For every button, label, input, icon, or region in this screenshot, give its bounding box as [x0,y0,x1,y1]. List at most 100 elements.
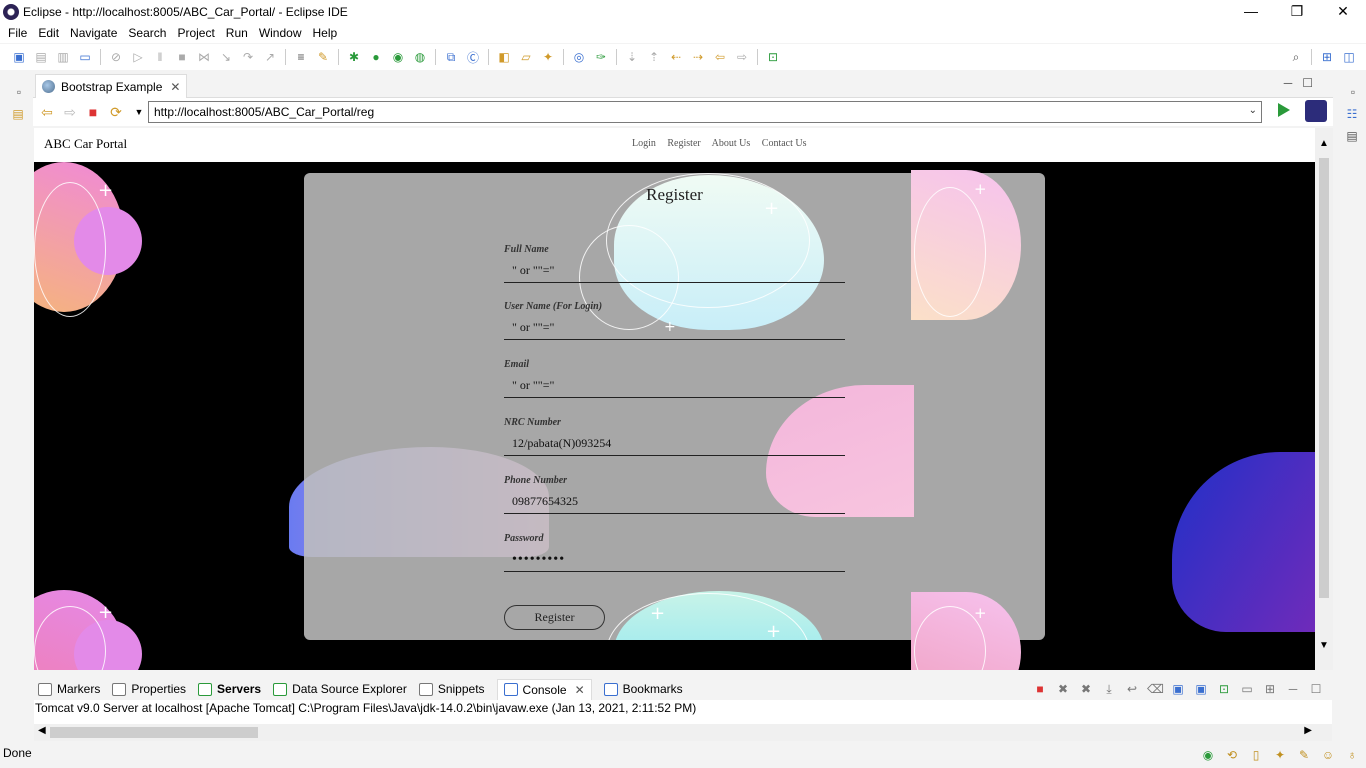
password-input[interactable]: ••••••••• [504,552,845,572]
scroll-up-icon[interactable]: ▲ [1319,138,1329,149]
url-dropdown-icon[interactable]: ⌄ [1249,105,1257,116]
menu-file[interactable]: File [8,26,27,40]
maximize-button[interactable]: ❐ [1274,0,1320,23]
phone-input[interactable]: 09877654325 [504,494,845,514]
mark-icon[interactable]: ✎ [315,49,331,65]
menu-run[interactable]: Run [226,26,248,40]
tab-bootstrap-example[interactable]: Bootstrap Example ✕ [35,74,188,98]
tab-snippets[interactable]: Snippets [418,682,485,696]
java-ee-perspective-icon[interactable]: ◫ [1341,49,1357,65]
close-button[interactable]: ✕ [1320,0,1366,23]
tab-data-source-explorer[interactable]: Data Source Explorer [273,682,407,696]
step-return-icon[interactable]: ↗ [262,49,278,65]
close-tab-icon[interactable]: ✕ [170,80,180,94]
back-icon[interactable]: ⇦ [712,49,728,65]
console-horizontal-scrollbar[interactable]: ◀ ▶ [34,724,1332,741]
open-type-icon[interactable]: ◧ [496,49,512,65]
last-edit-icon[interactable]: ⇠ [668,49,684,65]
scroll-right-icon[interactable]: ▶ [1304,725,1312,736]
nav-link-about[interactable]: About Us [712,138,751,149]
clear-console-icon[interactable]: ⌫ [1147,682,1164,696]
refresh-icon[interactable]: ⟳ [107,103,125,121]
menu-navigate[interactable]: Navigate [70,26,117,40]
save-all-icon[interactable]: ▥ [55,49,71,65]
username-input[interactable]: " or ""=" [504,320,845,340]
disconnect-icon[interactable]: ⋈ [196,49,212,65]
word-wrap-icon[interactable]: ↩ [1124,682,1140,696]
format-icon[interactable]: ≡ [293,49,309,65]
run-icon[interactable]: ● [368,49,384,65]
forward-edit-icon[interactable]: ⇢ [690,49,706,65]
smiley-icon[interactable]: ☺ [1320,748,1336,764]
show-on-stdout-icon[interactable]: ▣ [1170,682,1186,696]
console-output[interactable] [34,716,1332,724]
save-icon[interactable]: ▤ [33,49,49,65]
eclipse-marketplace-icon[interactable] [1305,100,1327,122]
close-console-icon[interactable]: ✕ [575,683,585,697]
site-brand[interactable]: ABC Car Portal [44,136,127,152]
tab-console[interactable]: Console ✕ [496,678,592,700]
full-name-input[interactable]: " or ""=" [504,263,845,283]
tips-icon[interactable]: ✦ [1272,748,1288,764]
book-icon[interactable]: ▯ [1248,748,1264,764]
new-class-icon[interactable]: Ⓒ [465,49,481,65]
editor-minmax-icon[interactable]: ─☐ [1284,76,1323,90]
suspend-icon[interactable]: ‖ [152,49,168,65]
search-tool-icon[interactable]: ✦ [540,49,556,65]
display-console-icon[interactable]: ▭ [1239,682,1255,696]
menu-edit[interactable]: Edit [38,26,59,40]
server-status-icon[interactable]: ◉ [1200,748,1216,764]
menu-window[interactable]: Window [259,26,302,40]
minimize-panel-icon[interactable]: ─ [1285,682,1301,696]
prev-annotation-icon[interactable]: ⇡ [646,49,662,65]
resume-icon[interactable]: ▷ [130,49,146,65]
open-console-icon[interactable]: ⊞ [1262,682,1278,696]
show-on-stderr-icon[interactable]: ▣ [1193,682,1209,696]
project-explorer-icon[interactable]: ▤ [10,106,26,122]
tab-servers[interactable]: Servers [198,682,261,696]
nav-link-register[interactable]: Register [667,138,700,149]
browser-vertical-scrollbar[interactable]: ▲ ▼ [1315,128,1333,670]
maximize-panel-icon[interactable]: ☐ [1308,682,1324,696]
next-annotation-icon[interactable]: ⇣ [624,49,640,65]
forward-icon[interactable]: ⇨ [734,49,750,65]
register-submit-button[interactable]: Register [504,605,605,630]
terminate-icon[interactable]: ■ [174,49,190,65]
debug-icon[interactable]: ✱ [346,49,362,65]
scroll-lock-icon[interactable]: ⤓ [1101,682,1117,696]
external-tools-icon[interactable]: ◍ [412,49,428,65]
terminal-icon[interactable]: ▭ [77,49,93,65]
url-input[interactable]: http://localhost:8005/ABC_Car_Portal/reg… [148,101,1262,123]
skip-breakpoints-icon[interactable]: ⊘ [108,49,124,65]
minimize-button[interactable]: — [1228,0,1274,23]
run-server-icon[interactable]: ◉ [390,49,406,65]
sync-icon[interactable]: ⟲ [1224,748,1240,764]
go-icon[interactable] [1278,103,1290,117]
scroll-thumb[interactable] [1319,158,1329,598]
menu-project[interactable]: Project [177,26,214,40]
email-input[interactable]: " or ""=" [504,378,845,398]
pin-console-icon[interactable]: ⊡ [1216,682,1232,696]
restore-icon[interactable]: ▫ [1345,84,1361,100]
pencil-icon[interactable]: ✎ [1296,748,1312,764]
terminate-icon[interactable]: ■ [1032,682,1048,696]
outline-icon[interactable]: ☷ [1344,106,1360,122]
nrc-input[interactable]: 12/pabata(N)093254 [504,436,845,456]
open-perspective-icon[interactable]: ⊞ [1319,49,1335,65]
step-into-icon[interactable]: ↘ [218,49,234,65]
remove-launch-icon[interactable]: ✖ [1055,682,1071,696]
nav-link-contact[interactable]: Contact Us [762,138,807,149]
scroll-thumb[interactable] [50,727,258,738]
annotation-icon[interactable]: ✑ [593,49,609,65]
lightbulb-icon[interactable]: ♁ [1344,748,1360,764]
remove-all-icon[interactable]: ✖ [1078,682,1094,696]
menu-help[interactable]: Help [313,26,338,40]
chevron-down-icon[interactable]: ▼ [130,103,148,121]
restore-icon[interactable]: ▫ [11,84,27,100]
menu-search[interactable]: Search [128,26,166,40]
task-list-icon[interactable]: ▤ [1344,128,1360,144]
web-browser-icon[interactable]: ◎ [571,49,587,65]
pin-editor-icon[interactable]: ⊡ [765,49,781,65]
new-server-icon[interactable]: ⧉ [443,49,459,65]
step-over-icon[interactable]: ↷ [240,49,256,65]
